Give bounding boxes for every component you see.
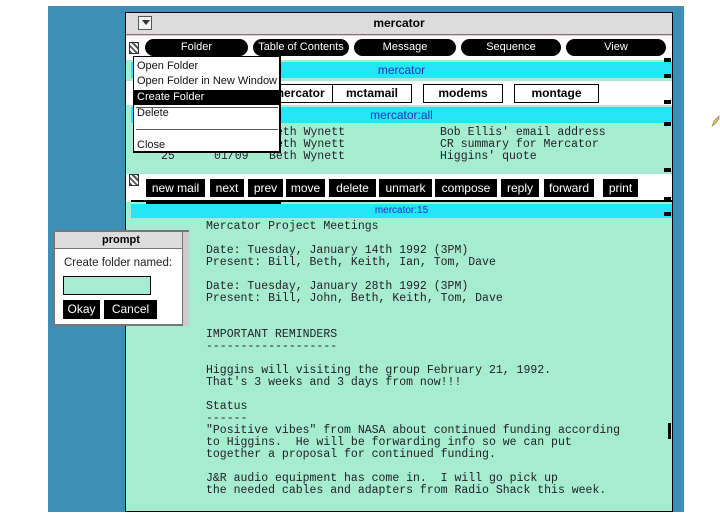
menu-item-open-folder[interactable]: Open Folder	[134, 59, 280, 74]
message-label: mercator:15	[374, 205, 429, 216]
message-body-line: Mercator Project Meetings	[206, 220, 379, 233]
message-body-line: Present: Bill, John, Beth, Keith, Tom, D…	[206, 292, 503, 305]
menu-item-create-folder[interactable]: Create Folder	[134, 90, 280, 105]
window-title: mercator	[373, 16, 425, 30]
unmark-button[interactable]: unmark	[379, 179, 432, 197]
menu-view[interactable]: View	[566, 39, 666, 56]
print-button[interactable]: print	[603, 179, 638, 197]
message-body-line: -------------------	[206, 340, 338, 353]
title-bar[interactable]: mercator	[126, 13, 672, 35]
next-button[interactable]: next	[210, 179, 244, 197]
mailbox-button-montage[interactable]: montage	[514, 84, 599, 103]
delete-button[interactable]: delete	[329, 179, 376, 197]
menu-table-of-contents[interactable]: Table of Contents	[253, 39, 349, 56]
pane-divider-mark	[664, 122, 671, 126]
okay-button[interactable]: Okay	[63, 300, 100, 319]
pencil-icon	[711, 115, 720, 127]
folder-all-label: mercator:all	[370, 108, 433, 122]
message-body-line: Status	[206, 400, 248, 413]
message-body-line: together a proposal for continued fundin…	[206, 448, 496, 461]
scrollbar-thumb[interactable]	[668, 423, 671, 439]
prev-button[interactable]: prev	[248, 179, 283, 197]
message-body-line: Present: Bill, Beth, Keith, Ian, Tom, Da…	[206, 256, 496, 269]
pane-divider-mark	[664, 58, 671, 62]
menu-separator	[136, 129, 278, 130]
new-mail-button[interactable]: new mail	[146, 179, 205, 197]
pane-divider-mark	[664, 100, 671, 104]
dialog-title: prompt	[55, 232, 187, 249]
mailbox-button-modems[interactable]: modems	[423, 84, 503, 103]
menu-message[interactable]: Message	[354, 39, 456, 56]
move-button[interactable]: move	[286, 179, 325, 197]
pane-divider-mark	[664, 168, 671, 172]
dialog-edge	[182, 232, 189, 326]
prompt-dialog: prompt Create folder named: Okay Cancel	[53, 230, 189, 326]
message-subject[interactable]: Higgins' quote	[440, 150, 537, 163]
folder-name-input[interactable]	[63, 276, 151, 295]
message-body-line: That's 3 weeks and 3 days from now!!!	[206, 376, 462, 389]
pane-divider-mark	[664, 212, 671, 216]
mailbox-button-mctamail[interactable]: mctamail	[332, 84, 412, 103]
pane-grip-icon[interactable]	[129, 174, 139, 186]
message-body[interactable]: Mercator Project Meetings Date: Tuesday,…	[206, 220, 672, 497]
menu-item-close[interactable]: Close	[134, 138, 280, 153]
message-body-line	[206, 305, 672, 317]
toolbar: new mail next prev move delete unmark co…	[126, 174, 672, 202]
menu-item-open-folder-new-window[interactable]: Open Folder in New Window	[134, 74, 280, 89]
menu-item-delete[interactable]: Delete	[134, 106, 280, 121]
message-body-line: the needed cables and adapters from Radi…	[206, 484, 607, 497]
pane-grip-icon[interactable]	[129, 42, 139, 54]
menu-folder[interactable]: Folder	[145, 39, 248, 56]
message-label-bar: mercator:15	[131, 204, 672, 218]
cancel-button[interactable]: Cancel	[104, 300, 157, 319]
dialog-label: Create folder named:	[64, 257, 173, 269]
compose-button[interactable]: compose	[435, 179, 497, 197]
menu-sequence[interactable]: Sequence	[461, 39, 561, 56]
pane-divider-mark	[664, 74, 671, 78]
forward-button[interactable]: forward	[544, 179, 594, 197]
message-body-line	[206, 389, 672, 401]
folder-label: mercator	[377, 63, 426, 77]
reply-button[interactable]: reply	[501, 179, 539, 197]
folder-dropdown-menu: Open Folder Open Folder in New Window Cr…	[133, 56, 281, 153]
